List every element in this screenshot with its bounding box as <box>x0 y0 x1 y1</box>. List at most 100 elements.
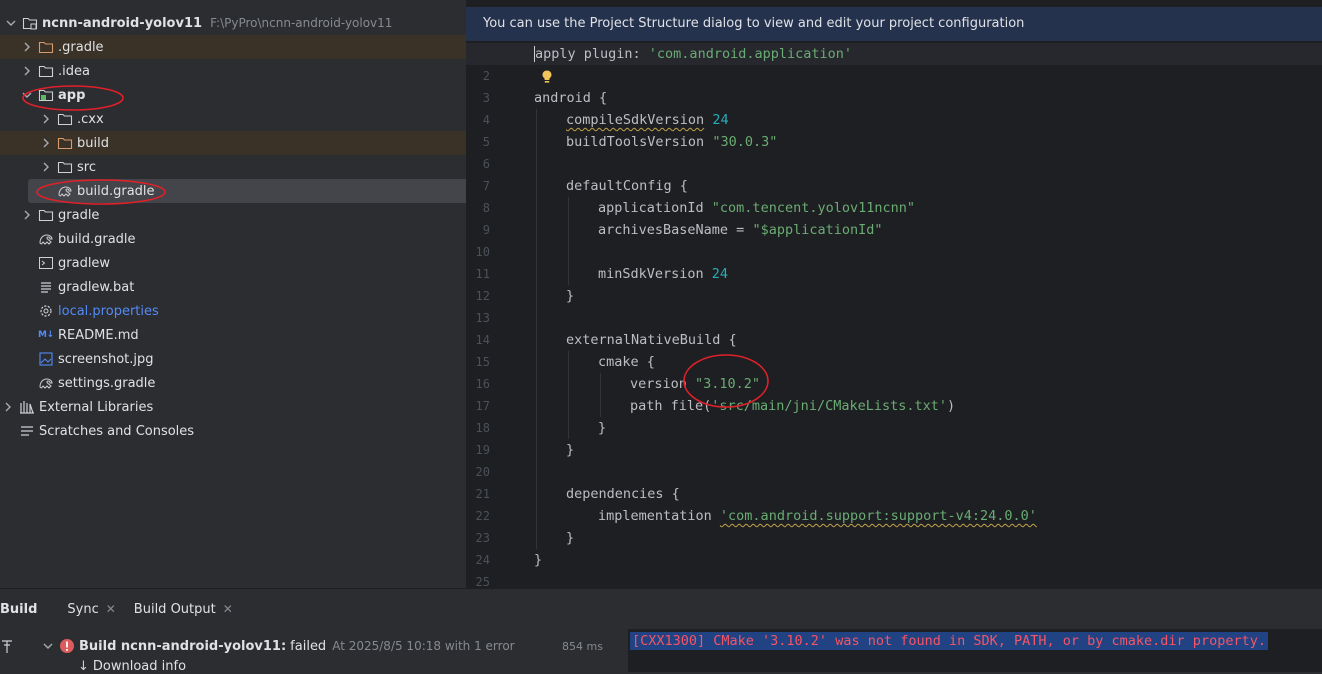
code-line: minSdkVersion 24 <box>534 263 1322 285</box>
chevron-right-icon[interactable] <box>38 111 54 127</box>
gradle-elephant-icon <box>57 183 73 199</box>
line-number: 13 <box>475 311 490 325</box>
chevron-right-icon[interactable] <box>38 135 54 151</box>
console-error-line[interactable]: [CXX1300] CMake '3.10.2' was not found i… <box>630 632 1268 650</box>
code-token: path file( <box>630 398 712 414</box>
tree-item-label: .idea <box>58 63 90 79</box>
tree-item-label: build.gradle <box>58 231 136 247</box>
tree-item-app[interactable]: app <box>0 83 485 107</box>
tree-item-external-libraries[interactable]: External Libraries <box>0 395 466 419</box>
tree-item-local-properties[interactable]: local.properties <box>0 299 504 323</box>
tree-item-label: build <box>77 135 109 151</box>
project-structure-banner[interactable]: You can use the Project Structure dialog… <box>466 7 1322 41</box>
chevron-right-icon[interactable] <box>19 39 35 55</box>
code-token: version <box>630 376 696 392</box>
line-number: 18 <box>475 421 490 435</box>
chevron-right-icon[interactable] <box>19 207 35 223</box>
code-token: 'com.android.support:support-v4:24.0.0' <box>719 508 1037 524</box>
code-line: } <box>566 530 575 546</box>
download-icon: ↓ <box>78 659 89 674</box>
line-number: 4 <box>482 113 490 127</box>
line-number: 24 <box>475 553 490 567</box>
tree-item-label: screenshot.jpg <box>58 351 154 367</box>
code-line: dependencies { <box>566 486 680 502</box>
tree-item-label: settings.gradle <box>58 375 156 391</box>
build-subitem[interactable]: ↓ Download info <box>78 659 186 674</box>
build-tabs: Build Sync ✕ Build Output ✕ <box>0 589 1322 629</box>
code-line: } <box>534 552 543 568</box>
close-icon[interactable]: ✕ <box>223 602 233 616</box>
chevron-right-icon[interactable] <box>0 399 16 415</box>
tab-label: Sync <box>67 601 99 617</box>
code-token: 'src/main/jni/CMakeLists.txt' <box>711 398 947 414</box>
code-line: } <box>598 420 607 436</box>
build-result-row[interactable]: Build ncnn-android-yolov11: failed At 20… <box>0 635 628 657</box>
chevron-down-icon[interactable] <box>19 87 35 103</box>
tree-item-label: build.gradle <box>77 183 155 199</box>
tree-item-settings-gradle[interactable]: settings.gradle <box>0 371 504 395</box>
tree-root[interactable]: ncnn-android-yolov11 F:\PyPro\ncnn-andro… <box>0 11 469 35</box>
tab-sync[interactable]: Sync ✕ <box>67 602 115 617</box>
build-item-label: Build ncnn-android-yolov11: <box>79 638 287 654</box>
code-line: externalNativeBuild { <box>566 332 737 348</box>
line-number: 10 <box>475 245 490 259</box>
tree-item-readme[interactable]: M↓ README.md <box>0 323 504 347</box>
chevron-down-icon[interactable] <box>3 15 19 31</box>
code-token: minSdkVersion <box>598 266 712 282</box>
tree-item-build-dir[interactable]: build <box>0 131 504 155</box>
folder-icon <box>57 111 73 127</box>
code-token: "3.10.2" <box>695 376 761 392</box>
tab-build-output[interactable]: Build Output ✕ <box>134 602 233 617</box>
code-line: apply plugin: 'com.android.application' <box>466 43 1322 65</box>
build-output-console[interactable]: [CXX1300] CMake '3.10.2' was not found i… <box>628 629 1322 672</box>
tree-item-cxx[interactable]: .cxx <box>0 107 504 131</box>
tree-item-label: gradlew.bat <box>58 279 135 295</box>
tree-item-label: README.md <box>58 327 139 343</box>
terminal-icon <box>38 255 54 271</box>
tree-item-gradlew-bat[interactable]: gradlew.bat <box>0 275 504 299</box>
line-number-gutter: 1 2 3 4 5 6 7 8 9 10 11 12 13 14 15 16 1… <box>466 43 528 588</box>
tree-item-root-build-gradle[interactable]: build.gradle <box>0 227 504 251</box>
tree-item-idea[interactable]: .idea <box>0 59 485 83</box>
close-icon[interactable]: ✕ <box>106 602 116 616</box>
tree-item-screenshot[interactable]: screenshot.jpg <box>0 347 504 371</box>
chevron-right-icon[interactable] <box>38 159 54 175</box>
code-line: } <box>566 288 575 304</box>
tree-item-label: app <box>58 87 86 103</box>
code-area[interactable]: apply plugin: 'com.android.application' … <box>466 43 1322 588</box>
line-number: 11 <box>475 267 490 281</box>
gear-icon <box>38 303 54 319</box>
code-editor[interactable]: You can use the Project Structure dialog… <box>466 0 1322 588</box>
line-number: 16 <box>475 377 490 391</box>
lightbulb-icon[interactable] <box>540 69 554 85</box>
tree-item-scratches[interactable]: Scratches and Consoles <box>0 419 485 443</box>
line-number: 15 <box>475 355 490 369</box>
tree-item-label: src <box>77 159 96 175</box>
tree-item-gradlew[interactable]: gradlew <box>0 251 504 275</box>
tab-label: Build Output <box>133 601 216 617</box>
library-icon <box>19 399 35 415</box>
code-line: } <box>566 442 575 458</box>
chevron-right-icon[interactable] <box>19 63 35 79</box>
tree-item-src[interactable]: src <box>0 155 504 179</box>
code-token: buildToolsVersion <box>566 134 713 150</box>
chevron-down-icon[interactable] <box>40 638 56 654</box>
code-token: compileSdkVersion <box>566 112 705 128</box>
line-number: 23 <box>475 531 490 545</box>
code-token: implementation <box>598 508 720 524</box>
line-number: 22 <box>475 509 490 523</box>
tree-item-app-build-gradle[interactable]: build.gradle <box>0 179 523 203</box>
tree-root-path: F:\PyPro\ncnn-android-yolov11 <box>210 16 393 30</box>
code-line: compileSdkVersion 24 <box>534 109 1322 131</box>
tree-item-label: Scratches and Consoles <box>39 423 195 439</box>
line-number: 5 <box>482 135 490 149</box>
tree-item-gradle-folder[interactable]: gradle <box>0 203 485 227</box>
line-number: 17 <box>475 399 490 413</box>
tree-item-label: .cxx <box>77 111 104 127</box>
tree-item-gradle-dir[interactable]: .gradle <box>0 35 485 59</box>
